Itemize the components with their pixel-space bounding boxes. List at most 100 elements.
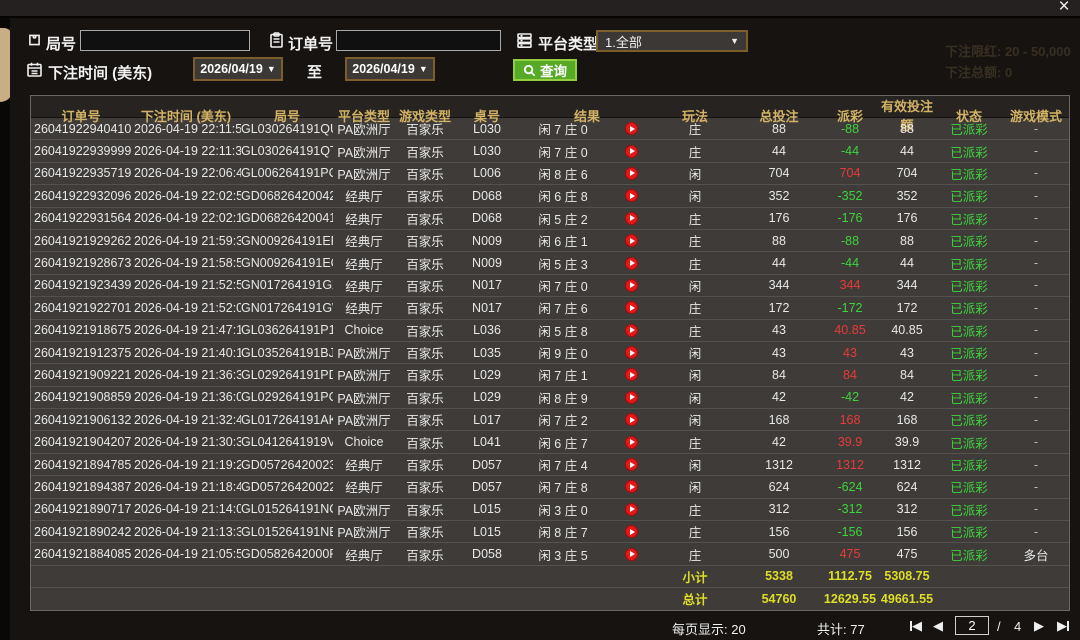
platform-type-label: 平台类型: [538, 33, 598, 54]
play-video-button[interactable]: [625, 436, 638, 449]
total-bet: 44: [735, 256, 823, 270]
game-type: 百家乐: [395, 186, 455, 205]
status-badge: 已派彩: [937, 433, 1001, 452]
total-bet: 168: [735, 413, 823, 427]
order-number: 260419229399993: [31, 144, 131, 158]
platform-type: PA欧洲厅: [333, 500, 395, 519]
play-video-button[interactable]: [625, 458, 638, 471]
play-icon: [607, 480, 655, 493]
table-number: D057: [455, 480, 519, 494]
table-number: L030: [455, 122, 519, 136]
play-video-button[interactable]: [625, 324, 638, 337]
order-number-input[interactable]: [336, 30, 501, 51]
bet-play: 闲: [655, 186, 735, 205]
game-mode: -: [1001, 368, 1071, 382]
play-video-button[interactable]: [625, 301, 638, 314]
round-number: GL029264191PD: [241, 368, 333, 382]
date-from-picker[interactable]: 2026/04/19 ▼: [193, 57, 283, 81]
bet-time: 2026-04-19 22:02:53: [131, 189, 241, 203]
valid-bet: 156: [877, 525, 937, 539]
payout-value: 475: [823, 547, 877, 561]
play-video-button[interactable]: [625, 122, 638, 135]
game-type: 百家乐: [395, 298, 455, 317]
table-row: 2604192293209622026-04-19 22:02:53GD0682…: [31, 185, 1069, 207]
round-number: GN017264191GX: [241, 278, 333, 292]
search-button-label: 查询: [540, 60, 567, 80]
total-count-label: 共计: 77: [817, 619, 865, 638]
table-row: 2604192190420752026-04-19 21:30:33GL0412…: [31, 431, 1069, 453]
table-number: N017: [455, 278, 519, 292]
search-button[interactable]: 查询: [513, 59, 577, 81]
bet-play: 庄: [655, 142, 735, 161]
status-badge: 已派彩: [937, 164, 1001, 183]
current-page-input[interactable]: [955, 616, 989, 635]
first-page-button[interactable]: ◀: [910, 618, 922, 634]
play-video-button[interactable]: [625, 503, 638, 516]
total-bet: 176: [735, 211, 823, 225]
play-video-button[interactable]: [625, 346, 638, 359]
play-icon: [607, 189, 655, 202]
bet-time: 2026-04-19 21:32:46: [131, 413, 241, 427]
play-video-button[interactable]: [625, 189, 638, 202]
order-number: 260419218943873: [31, 480, 131, 494]
play-video-button[interactable]: [625, 167, 638, 180]
date-from-value: 2026/04/19: [200, 62, 263, 76]
table-header-row: 订单号下注时间 (美东)局号平台类型游戏类型桌号结果玩法总投注派彩有效投注额状态…: [31, 96, 1069, 118]
platform-type: PA欧洲厅: [333, 388, 395, 407]
play-video-button[interactable]: [625, 368, 638, 381]
background-strip: [0, 18, 10, 640]
table-number: D068: [455, 189, 519, 203]
play-video-button[interactable]: [625, 145, 638, 158]
prev-page-button[interactable]: ◀: [933, 618, 943, 634]
order-number: 260419218907178: [31, 502, 131, 516]
next-page-button[interactable]: ▶: [1034, 618, 1044, 634]
round-number-input[interactable]: [80, 30, 250, 51]
bet-time: 2026-04-19 21:30:33: [131, 435, 241, 449]
payout-value: 84: [823, 368, 877, 382]
table-row: 2604192189071782026-04-19 21:14:09GL0152…: [31, 499, 1069, 521]
bet-records-table: 订单号下注时间 (美东)局号平台类型游戏类型桌号结果玩法总投注派彩有效投注额状态…: [30, 95, 1070, 611]
play-video-button[interactable]: [625, 257, 638, 270]
close-icon[interactable]: ×: [1053, 0, 1075, 18]
subtotal-valid-bet: 5308.75: [877, 569, 937, 583]
result-score: 闲 5 庄 8: [519, 321, 607, 340]
order-number: 260419229315647: [31, 211, 131, 225]
payout-value: 168: [823, 413, 877, 427]
play-video-button[interactable]: [625, 212, 638, 225]
play-video-button[interactable]: [625, 391, 638, 404]
subtotal-payout: 1112.75: [823, 569, 877, 583]
status-badge: 已派彩: [937, 298, 1001, 317]
play-icon: [607, 503, 655, 516]
order-number: 260419219088597: [31, 390, 131, 404]
last-page-button[interactable]: ▶: [1057, 618, 1069, 634]
date-to-picker[interactable]: 2026/04/19 ▼: [345, 57, 435, 81]
order-number: 260419218947851: [31, 458, 131, 472]
play-video-button[interactable]: [625, 525, 638, 538]
valid-bet: 704: [877, 166, 937, 180]
play-video-button[interactable]: [625, 279, 638, 292]
payout-value: 1312: [823, 458, 877, 472]
round-number: GL006264191PC: [241, 166, 333, 180]
play-video-button[interactable]: [625, 234, 638, 247]
play-video-button[interactable]: [625, 548, 638, 561]
bet-time: 2026-04-19 21:18:49: [131, 480, 241, 494]
subtotal-row: 小计 5338 1112.75 5308.75: [31, 566, 1069, 588]
platform-type: 经典厅: [333, 186, 395, 205]
total-pages-label: 4: [1014, 619, 1021, 634]
table-number: L030: [455, 144, 519, 158]
play-video-button[interactable]: [625, 480, 638, 493]
order-number: 260419219123756: [31, 346, 131, 360]
background-ghost-total-text: 下注总额: 0: [945, 62, 1012, 81]
play-video-button[interactable]: [625, 413, 638, 426]
platform-type: 经典厅: [333, 276, 395, 295]
valid-bet: 88: [877, 122, 937, 136]
platform-type: PA欧洲厅: [333, 343, 395, 362]
total-bet: 88: [735, 122, 823, 136]
play-icon: [607, 525, 655, 538]
platform-type-dropdown[interactable]: 1.全部 ▼: [596, 30, 748, 52]
bet-play: 闲: [655, 343, 735, 362]
result-score: 闲 3 庄 5: [519, 545, 607, 564]
payout-value: 39.9: [823, 435, 877, 449]
total-bet: 704: [735, 166, 823, 180]
result-score: 闲 5 庄 2: [519, 209, 607, 228]
